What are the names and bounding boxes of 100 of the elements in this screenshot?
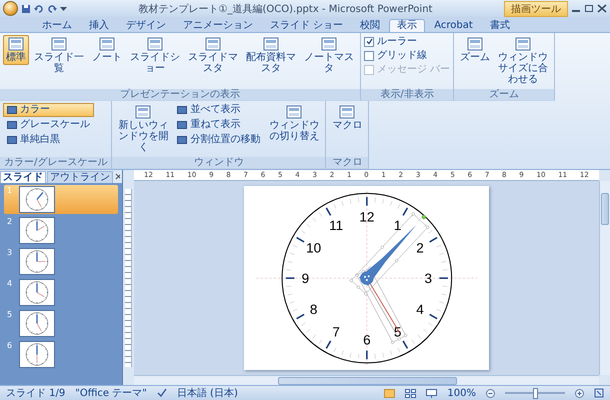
horizontal-scrollbar[interactable] <box>134 375 599 385</box>
ribbon-tab[interactable]: 書式 <box>482 19 518 32</box>
clock-thumbnail-drawing <box>26 343 48 366</box>
page-icon <box>8 37 24 51</box>
context-tab-group: 描画ツール <box>504 0 568 16</box>
ribbon-button[interactable]: ウィンドウサイズに合わせる <box>495 35 552 87</box>
page-icon <box>51 37 67 51</box>
slide-number: 5 <box>7 310 14 321</box>
ribbon-button[interactable]: 新しいウィンドウを開く <box>115 103 172 155</box>
save-icon[interactable] <box>21 4 31 14</box>
ribbon-button[interactable]: 分割位置の移動 <box>173 133 264 147</box>
page-icon <box>286 105 302 119</box>
slideshow-icon[interactable] <box>426 388 438 398</box>
ribbon-button[interactable]: 並べて表示 <box>173 103 264 117</box>
ribbon-button[interactable]: スライドマスタ <box>185 35 241 76</box>
page-icon <box>99 37 115 51</box>
page-icon <box>321 37 337 51</box>
clock-numeral: 5 <box>393 324 401 340</box>
close-icon[interactable] <box>115 173 120 180</box>
clock-numeral: 11 <box>328 218 343 233</box>
clock-thumbnail-drawing <box>26 219 48 242</box>
language-indicator: 日本語 (日本) <box>176 386 238 400</box>
ribbon-tab[interactable]: Acrobat <box>426 19 481 32</box>
swatch-icon <box>7 121 17 129</box>
ribbon-button[interactable]: マクロ <box>329 103 366 133</box>
slide-number: 4 <box>7 279 14 290</box>
ribbon-button[interactable]: スライド一覧 <box>31 35 87 76</box>
scroll-thumb[interactable] <box>278 376 457 384</box>
ribbon-button[interactable]: カラー <box>3 103 94 117</box>
clock-numeral: 3 <box>424 270 432 286</box>
swatch-icon <box>177 121 188 129</box>
group-label: カラー/グレースケール <box>0 157 112 168</box>
clock-thumbnail-drawing <box>26 250 48 273</box>
clock-numeral: 7 <box>332 324 340 340</box>
ribbon-button[interactable]: ズーム <box>457 35 494 65</box>
ribbon-button[interactable]: ウィンドウの切り替え <box>266 103 322 144</box>
clock-thumbnail-drawing <box>26 281 48 304</box>
checkbox[interactable] <box>364 50 374 60</box>
ribbon-button[interactable]: 単純白黒 <box>3 133 94 147</box>
panel-tab[interactable]: アウトライン <box>47 170 113 182</box>
slide-number: 2 <box>7 217 14 228</box>
slider-thumb[interactable] <box>533 388 538 398</box>
clock-numeral: 6 <box>362 332 370 348</box>
checkbox[interactable] <box>364 36 374 46</box>
close-icon[interactable] <box>597 4 607 13</box>
ribbon-tab[interactable]: 挿入 <box>81 19 117 32</box>
ribbon-tab[interactable]: 校閲 <box>352 19 388 32</box>
ribbon-tab[interactable]: スライド ショー <box>262 19 352 32</box>
ribbon-tab[interactable]: ホーム <box>34 19 80 32</box>
window-title: 教材テンプレート①_道具編(OCO).pptx - Microsoft PowerPoint <box>138 2 434 16</box>
clock-numeral: 8 <box>310 302 318 317</box>
undo-icon[interactable] <box>34 4 44 14</box>
clock-numeral: 9 <box>301 270 309 286</box>
slide-number: 3 <box>7 248 14 259</box>
group-label: マクロ <box>326 157 368 168</box>
checkbox-label[interactable]: グリッド線 <box>364 49 450 62</box>
ribbon-button[interactable]: ノートマスタ <box>301 35 357 76</box>
zoom-level: 100% <box>447 388 476 398</box>
swatch-icon <box>7 106 17 114</box>
ribbon-tab[interactable]: アニメーション <box>175 19 261 32</box>
page-icon <box>263 37 279 51</box>
swatch-icon <box>7 136 17 144</box>
page-icon <box>515 37 532 51</box>
zoom-out-icon[interactable] <box>486 388 495 398</box>
hand-pivot <box>360 271 374 285</box>
ribbon-button[interactable]: 標準 <box>3 35 29 65</box>
theme-name: "Office テーマ" <box>75 387 147 400</box>
checkbox-label[interactable]: ルーラー <box>364 35 450 48</box>
slide-indicator: スライド 1/9 <box>6 387 66 400</box>
slide-sorter-icon[interactable] <box>405 388 416 398</box>
zoom-in-icon[interactable] <box>575 388 584 398</box>
group-label: 表示/非表示 <box>361 89 454 100</box>
clock-numeral: 4 <box>416 302 424 317</box>
page-icon <box>205 37 221 51</box>
redo-icon[interactable] <box>47 4 57 14</box>
page-icon <box>135 105 152 119</box>
clock-numeral: 10 <box>306 240 321 256</box>
ribbon-button[interactable]: 重ねて表示 <box>173 118 264 132</box>
group-label: ウィンドウ <box>112 157 326 168</box>
office-button[interactable] <box>3 1 18 16</box>
clock-numeral: 2 <box>416 240 424 256</box>
clock-numeral: 1 <box>393 218 401 233</box>
page-icon <box>467 37 484 51</box>
swatch-icon <box>177 136 188 144</box>
ribbon-tab[interactable]: 表示 <box>389 19 426 32</box>
scroll-thumb[interactable] <box>601 193 609 225</box>
caret-icon[interactable] <box>60 6 67 12</box>
panel-tab[interactable]: スライド <box>0 170 46 182</box>
clock-thumbnail-drawing <box>26 312 48 335</box>
maximize-icon[interactable] <box>584 4 594 13</box>
slide-number: 6 <box>7 341 14 352</box>
ribbon-button[interactable]: スライドショー <box>127 35 183 76</box>
vertical-scrollbar[interactable] <box>599 181 610 375</box>
ribbon-button[interactable]: 配布資料マスタ <box>243 35 299 76</box>
swatch-icon <box>177 106 188 114</box>
ribbon-button[interactable]: ノート <box>89 35 125 65</box>
ribbon-tab[interactable]: デザイン <box>118 19 174 32</box>
spelling-check-icon[interactable] <box>156 388 167 398</box>
fit-to-window-icon[interactable] <box>594 388 604 398</box>
ribbon-button[interactable]: グレースケール <box>3 118 94 132</box>
